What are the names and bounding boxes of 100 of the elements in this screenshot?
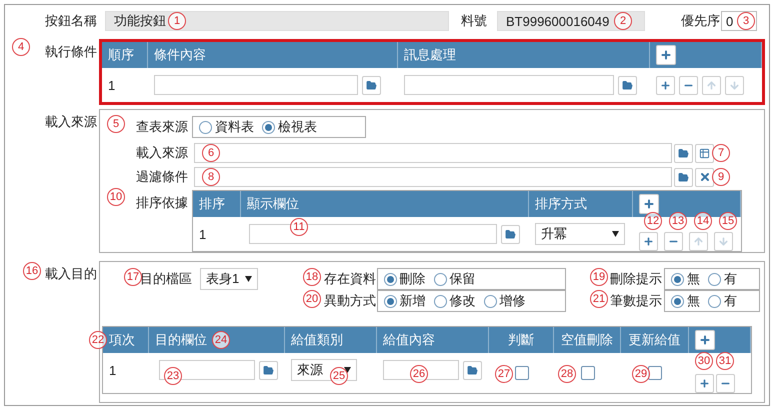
radio-option[interactable]: 無 [671,292,700,310]
section-label: 載入目的 [45,265,98,283]
callout-number: 4 [12,38,30,56]
callout-number: 22 [89,331,107,349]
up-arrow-icon [693,236,704,247]
folder-button[interactable] [463,360,482,380]
folder-icon [622,80,633,90]
down-arrow-icon [729,80,740,90]
column-header: 判斷 [489,327,554,353]
folder-icon [678,148,689,158]
radio-option[interactable]: 保留 [434,270,476,288]
callout-number: 9 [712,168,730,186]
folder-icon [467,364,478,376]
callout-number: 10 [107,188,125,206]
callout-number: 16 [23,262,41,280]
source-input[interactable] [194,143,672,163]
add-row-button[interactable] [639,232,658,251]
up-arrow-icon [706,80,717,90]
add-row-button[interactable] [639,194,659,214]
callout-number: 3 [737,12,755,30]
callout-number: 21 [590,290,608,308]
plus-icon [699,378,710,389]
plus-icon [643,198,655,210]
folder-button[interactable] [362,76,381,94]
field-label: 存在資料 [324,270,377,288]
callout-number: 17 [124,268,142,286]
remove-row-button[interactable] [716,374,735,393]
caret-icon [612,231,619,237]
checkbox[interactable] [580,366,594,380]
field-label: 過濾條件 [136,168,189,186]
add-row-button[interactable] [656,76,675,94]
message-input[interactable] [404,75,614,95]
folder-icon [505,228,516,240]
folder-button[interactable] [674,168,693,186]
clear-button[interactable] [695,168,714,186]
add-row-button[interactable] [695,330,715,350]
plus-icon [699,334,711,346]
add-row-button[interactable] [695,374,714,393]
checkbox[interactable] [514,366,528,380]
plus-icon [643,236,654,247]
target-field-input[interactable] [159,360,255,380]
callout-number: 7 [712,144,730,162]
add-row-button[interactable] [656,45,676,65]
table-icon [699,148,710,158]
callout-number: 20 [303,290,321,308]
radio-option[interactable]: 檢視表 [262,118,317,136]
callout-number: 5 [107,115,125,133]
callout-number: 19 [590,268,608,286]
folder-icon [678,172,689,182]
plus-icon [660,80,671,90]
row-number: 1 [108,78,116,92]
folder-button[interactable] [674,144,693,162]
checkbox[interactable] [648,366,662,380]
radio-option[interactable]: 刪除 [384,270,426,288]
column-header: 排序 [193,191,241,217]
remove-row-button[interactable] [664,232,683,251]
field-label: 按鈕名稱 [45,12,98,30]
target-area-select[interactable]: 表身1 [200,268,258,290]
column-header: 給值內容 [377,327,489,353]
column-header: 排序方式 [529,191,633,217]
radio-option[interactable]: 有 [708,270,737,288]
column-header: 更新給值 [621,327,689,353]
row-number: 1 [109,362,116,378]
condition-input[interactable] [154,75,358,95]
radio-option[interactable]: 增修 [484,292,526,310]
filter-input[interactable] [194,167,672,187]
radio-option[interactable]: 有 [708,292,737,310]
folder-icon [263,364,274,376]
column-header: 給值類別 [285,327,377,353]
field-label: 筆數提示 [610,292,663,310]
column-header: 空值刪除 [554,327,621,353]
column-header: 顯示欄位 [241,191,529,217]
field-label: 料號 [461,12,488,30]
remove-row-button[interactable] [679,76,698,94]
field-label: 異動方式 [324,292,377,310]
section-label: 載入來源 [45,113,98,131]
field-label: 排序依據 [136,194,189,212]
radio-option[interactable]: 資料表 [199,118,254,136]
field-label: 載入來源 [136,144,189,162]
down-arrow-icon [718,236,729,247]
folder-button[interactable] [501,224,520,244]
column-header: 項次 [103,327,149,353]
sort-order-select[interactable]: 升冪 [535,223,625,245]
column-header: 順序 [102,42,148,68]
column-header: 訊息處理 [398,42,650,68]
section-label: 執行條件 [45,43,98,61]
close-icon [698,171,710,183]
folder-button[interactable] [259,360,278,380]
folder-button[interactable] [618,76,637,94]
display-field-input[interactable] [249,224,497,244]
radio-option[interactable]: 無 [671,270,700,288]
plus-icon [660,49,672,61]
field-label: 查表來源 [136,118,189,136]
table-button[interactable] [695,144,714,162]
radio-option[interactable]: 新增 [384,292,426,310]
caret-icon [344,367,351,373]
value-input[interactable] [383,360,459,380]
radio-option[interactable]: 修改 [434,292,476,310]
caret-icon [245,276,252,282]
folder-icon [366,80,377,90]
